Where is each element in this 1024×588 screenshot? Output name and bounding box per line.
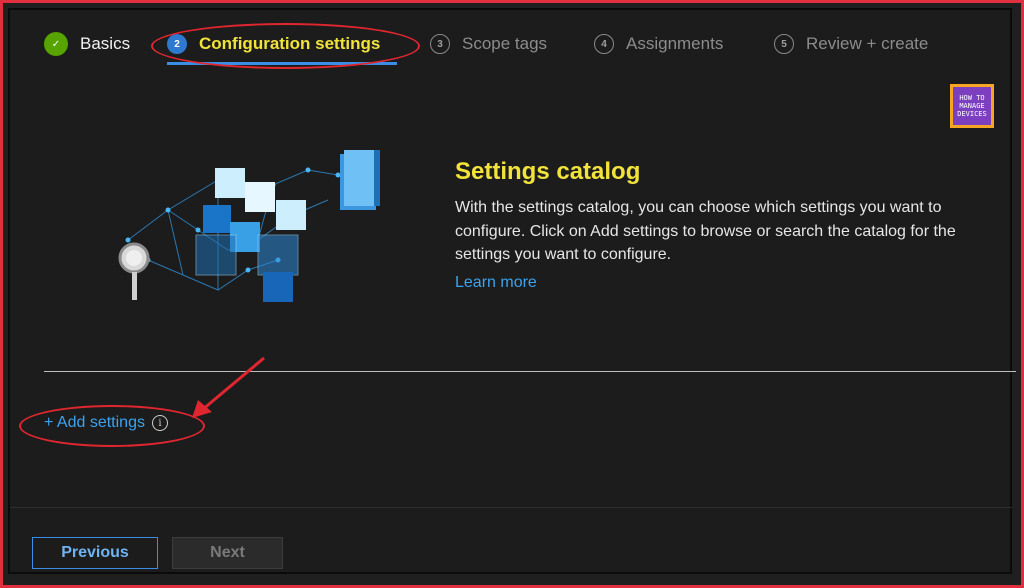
footer-divider (10, 507, 1012, 508)
logo-text: MANAGE (959, 102, 985, 110)
step-review-create[interactable]: 5 Review + create (774, 28, 928, 60)
catalog-description: With the settings catalog, you can choos… (455, 199, 956, 263)
logo-text: DEVICES (957, 110, 987, 118)
annotation-arrow-icon (192, 356, 265, 418)
step-label: Basics (80, 34, 131, 53)
settings-catalog-illustration (118, 150, 380, 302)
previous-button[interactable]: Previous (32, 537, 158, 569)
logo-text: HOW TO (959, 94, 985, 102)
step-label: Review + create (806, 34, 929, 53)
step-number: 4 (594, 34, 614, 54)
step-label: Assignments (626, 34, 724, 53)
step-label: Scope tags (462, 34, 548, 53)
step-number: 5 (774, 34, 794, 54)
step-number: 3 (430, 34, 450, 54)
annotation-ellipse-add-settings (19, 405, 205, 447)
brand-logo: HOW TO MANAGE DEVICES (950, 84, 994, 128)
step-basics[interactable]: ✓ Basics (44, 28, 130, 60)
step-scope-tags[interactable]: 3 Scope tags (430, 28, 547, 60)
next-button[interactable]: Next (172, 537, 283, 569)
annotation-ellipse-step (151, 23, 420, 69)
learn-more-link[interactable]: Learn more (455, 274, 537, 292)
catalog-title: Settings catalog (455, 158, 641, 185)
checkmark-icon: ✓ (44, 32, 68, 56)
step-assignments[interactable]: 4 Assignments (594, 28, 723, 60)
